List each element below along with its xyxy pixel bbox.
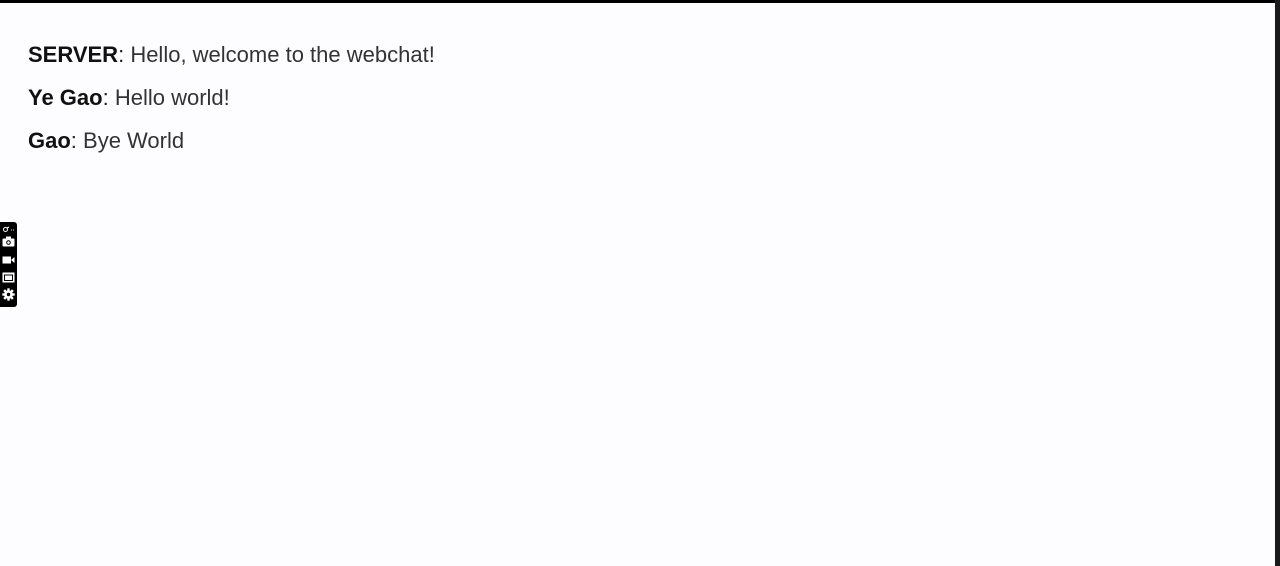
message-author: Ye Gao: [28, 85, 103, 110]
message-list: SERVER: Hello, welcome to the webchat! Y…: [28, 33, 435, 162]
message-author: Gao: [28, 128, 71, 153]
message-author: SERVER: [28, 42, 119, 67]
capture-toolbar: [0, 222, 17, 307]
list-item: Ye Gao: Hello world!: [28, 76, 435, 119]
screenshot-button[interactable]: [0, 234, 17, 252]
window-right-border: [1275, 0, 1280, 566]
message-separator: :: [118, 42, 131, 67]
chat-area: SERVER: Hello, welcome to the webchat! Y…: [0, 3, 1275, 566]
window-icon: [2, 270, 15, 288]
camera-icon: [2, 234, 15, 252]
message-separator: :: [102, 85, 115, 110]
window-button[interactable]: [0, 270, 17, 288]
list-item: SERVER: Hello, welcome to the webchat!: [28, 33, 435, 76]
record-button[interactable]: [0, 252, 17, 270]
message-separator: :: [70, 128, 84, 153]
gear-icon: [2, 288, 15, 306]
message-text: Hello, welcome to the webchat!: [130, 42, 435, 67]
settings-button[interactable]: [0, 288, 17, 306]
list-item: Gao: Bye World: [28, 119, 435, 162]
video-icon: [2, 252, 15, 270]
message-text: Bye World: [83, 128, 185, 153]
message-text: Hello world!: [114, 85, 230, 110]
link-button[interactable]: [0, 224, 17, 234]
